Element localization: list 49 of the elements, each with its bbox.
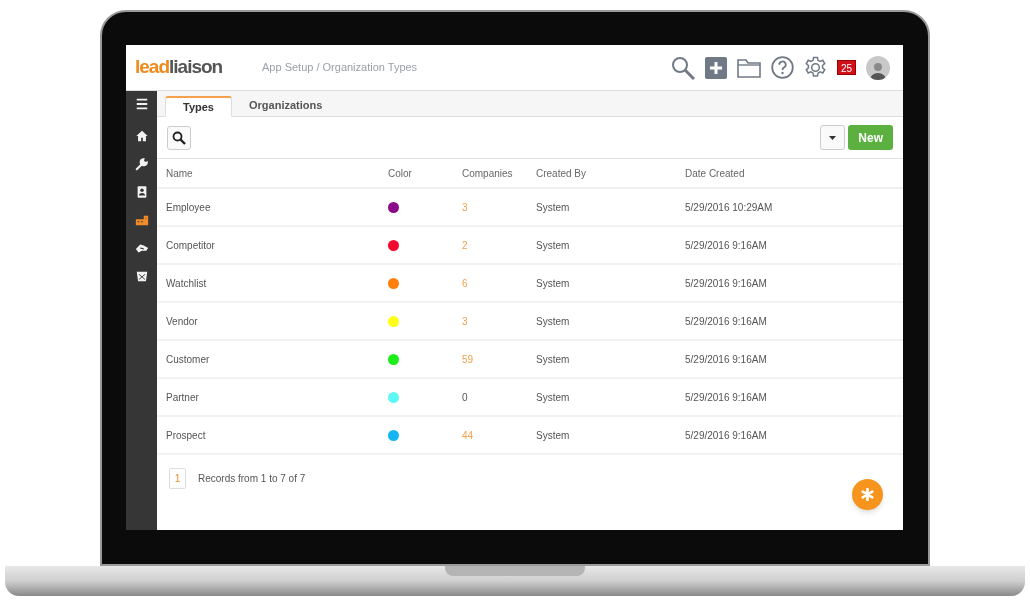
search-button[interactable] — [167, 125, 191, 150]
column-header[interactable]: Date Created — [685, 165, 885, 181]
table-cell-text: Customer — [166, 352, 211, 367]
table-cell-text: 5/29/2016 9:16AM — [685, 428, 768, 443]
breadcrumb: App Setup / Organization Types — [262, 60, 418, 76]
building-icon[interactable] — [134, 213, 149, 227]
table-cell-text: Employee — [166, 200, 212, 215]
column-header[interactable]: Companies — [462, 165, 536, 181]
wrench-icon[interactable] — [134, 157, 149, 171]
logo[interactable]: leadliaison — [135, 53, 262, 82]
table-cell-text: Prospect — [166, 428, 207, 443]
column-header[interactable]: Created By — [536, 165, 685, 181]
asterisk-icon — [861, 488, 874, 501]
table-cell-text: 5/29/2016 9:16AM — [685, 238, 768, 253]
avatar[interactable] — [866, 55, 890, 80]
table-cell-text: 5/29/2016 9:16AM — [685, 314, 768, 329]
table-cell-text: System — [536, 238, 571, 253]
table-cell-text: 5/29/2016 9:16AM — [685, 352, 768, 367]
table-cell-text: Competitor — [166, 238, 216, 253]
settings-icon[interactable] — [803, 56, 827, 79]
dropdown-button[interactable] — [820, 125, 846, 150]
table-cell-text: System — [536, 352, 571, 367]
table-cell-text: Vendor — [166, 314, 199, 329]
table-cell-text: 5/29/2016 10:29AM — [685, 200, 774, 215]
search-icon[interactable] — [670, 55, 695, 80]
home-icon[interactable] — [134, 129, 149, 143]
table-cell-text: System — [536, 428, 571, 443]
table-cell-text: Partner — [166, 390, 200, 405]
tab[interactable]: Organizations — [232, 95, 340, 116]
table-cell-text: System — [536, 200, 571, 215]
column-header[interactable]: Color — [388, 165, 462, 181]
column-header[interactable]: Name — [166, 165, 388, 181]
folder-icon[interactable] — [736, 57, 761, 78]
search-icon — [172, 130, 186, 145]
table-cell-text: 5/29/2016 9:16AM — [685, 390, 768, 405]
trash-icon[interactable] — [134, 269, 149, 283]
table-cell-text: System — [536, 390, 571, 405]
table-cell-text: 0 — [462, 390, 469, 405]
table-cell-text: Watchlist — [166, 276, 208, 291]
caret-icon — [829, 135, 837, 140]
table-cell-text: System — [536, 276, 571, 291]
table-cell-text: System — [536, 314, 571, 329]
add-icon[interactable] — [704, 56, 727, 79]
table-cell-text: 5/29/2016 9:16AM — [685, 276, 768, 291]
records-summary: Records from 1 to 7 of 7 — [198, 472, 306, 486]
help-icon[interactable] — [770, 56, 794, 79]
notification-badge[interactable]: 25 — [836, 60, 856, 75]
menu-icon[interactable] — [134, 97, 149, 111]
tab[interactable]: Types — [165, 96, 232, 117]
